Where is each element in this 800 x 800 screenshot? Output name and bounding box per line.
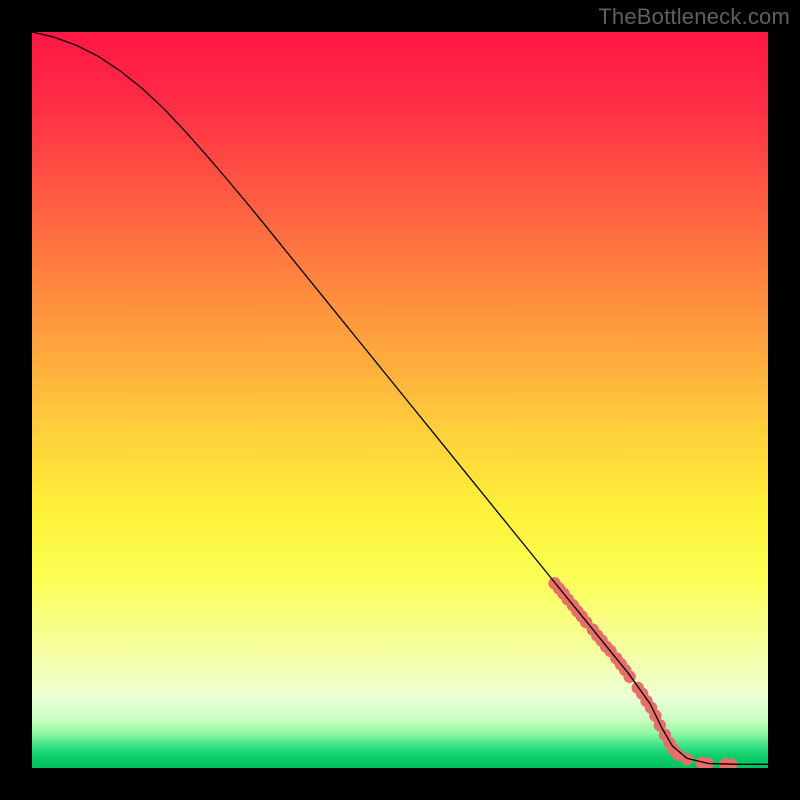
- data-markers: [548, 577, 737, 768]
- chart-frame: TheBottleneck.com: [0, 0, 800, 800]
- plot-area: [32, 32, 768, 768]
- watermark-text: TheBottleneck.com: [598, 4, 790, 30]
- bottleneck-curve: [32, 32, 768, 764]
- chart-foreground: [32, 32, 768, 768]
